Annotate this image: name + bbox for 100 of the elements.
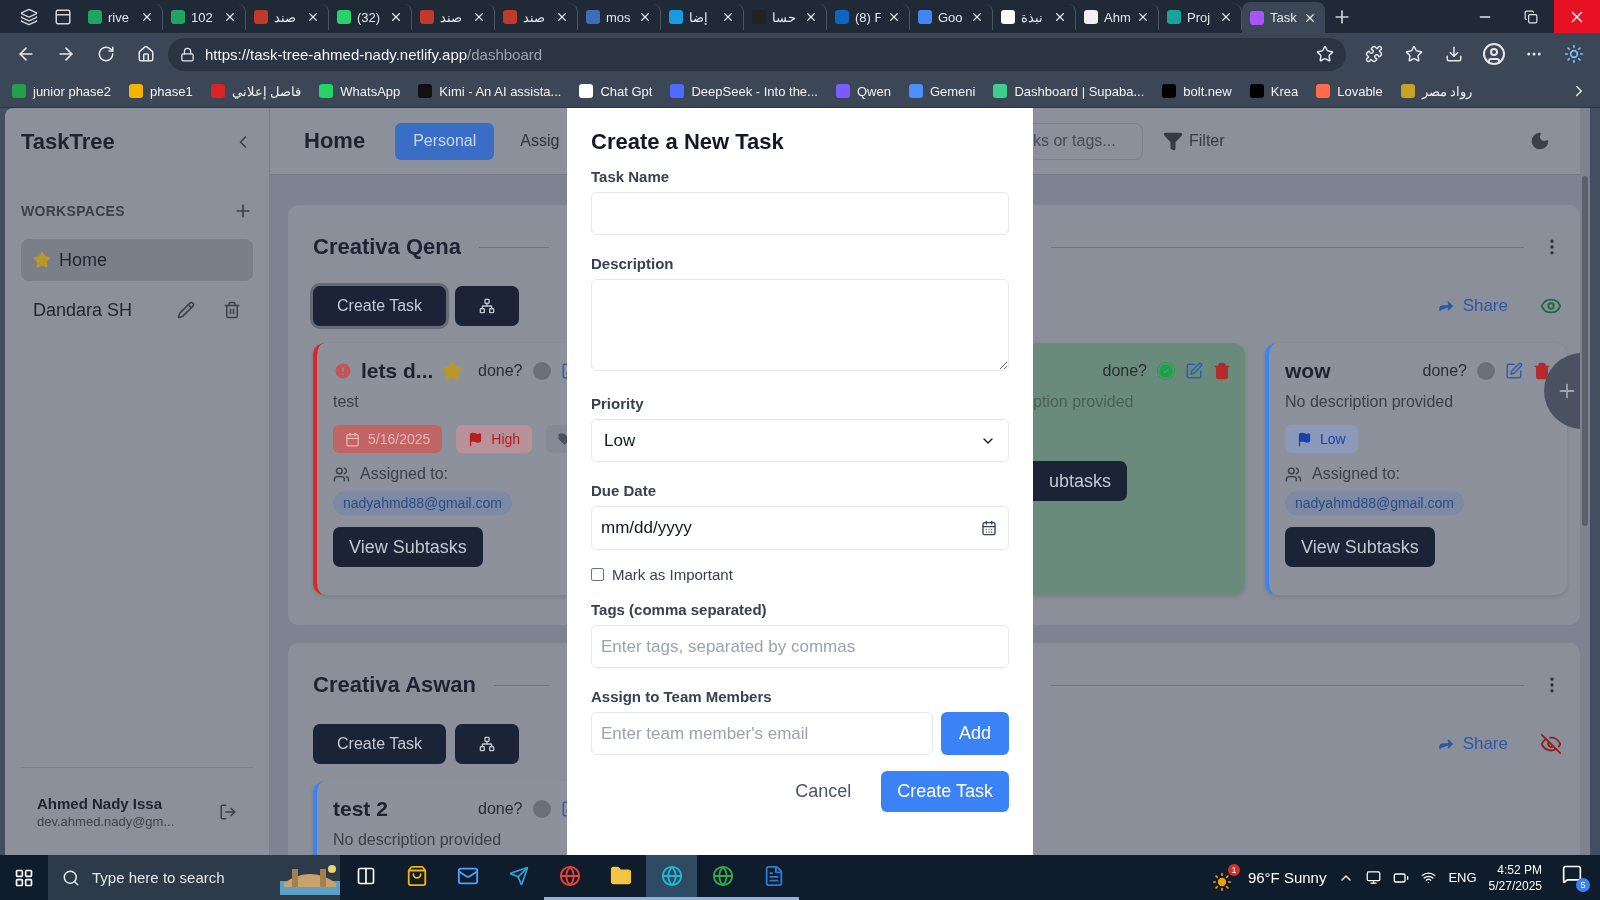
checkbox-label: Mark as Important [612, 566, 733, 583]
bookmark-link[interactable]: Lovable [1316, 83, 1383, 99]
notifications-icon[interactable] [1562, 863, 1582, 884]
create-task-button[interactable]: Create Task [313, 286, 447, 326]
weather-text[interactable]: 96°F Sunny [1247, 869, 1327, 886]
section-title: WORKSPACES [21, 203, 125, 219]
done-toggle[interactable] [1477, 362, 1495, 380]
close-tab-icon[interactable] [638, 10, 652, 24]
browser-tab[interactable]: حسا [744, 4, 827, 30]
close-tab-icon[interactable] [555, 10, 569, 24]
weather-badge: 1 [1227, 863, 1240, 876]
close-tab-icon[interactable] [306, 10, 320, 24]
browser-tab[interactable]: صند [412, 4, 495, 30]
bookmark-link[interactable]: Dashboard | Supaba... [993, 83, 1145, 99]
task-description: No description provided [1285, 393, 1455, 411]
browser-tab[interactable]: إضا [661, 4, 744, 30]
done-label: done? [478, 362, 523, 380]
calendar-icon[interactable] [981, 520, 997, 536]
clock[interactable]: 4:52 PM 5/27/2025 [1488, 861, 1542, 894]
field-label: Tags (comma separated) [591, 601, 768, 618]
bookmark-link[interactable]: Krea [1249, 83, 1299, 99]
close-tab-icon[interactable] [140, 10, 154, 24]
view-subtasks-button[interactable]: View Subtasks [333, 527, 483, 567]
browser-tab[interactable]: rive [80, 4, 163, 30]
done-label: done? [478, 800, 523, 818]
close-tab-icon[interactable] [223, 10, 237, 24]
close-tab-icon[interactable] [1219, 10, 1233, 24]
bookmark-link[interactable]: DeepSeek - Into the... [670, 83, 818, 99]
bookmark-link[interactable]: Chat Gpt [579, 83, 653, 99]
bookmark-link[interactable]: phase1 [129, 83, 193, 99]
create-task-button[interactable]: Create Task [881, 771, 1009, 812]
trash-icon[interactable] [1533, 362, 1551, 380]
close-tab-icon[interactable] [970, 10, 984, 24]
tags-field[interactable]: Enter tags, separated by commas [591, 625, 1009, 668]
close-tab-icon[interactable] [721, 10, 735, 24]
priority-select[interactable]: Low [591, 419, 1009, 462]
view-tab[interactable]: Assig [502, 122, 567, 160]
create-task-button[interactable]: Create Task [313, 724, 447, 764]
bookmark-link[interactable]: رواد مصر [1400, 83, 1473, 99]
hierarchy-button[interactable] [455, 724, 520, 764]
hierarchy-button[interactable] [455, 286, 520, 326]
browser-tab[interactable]: Ahm [1076, 4, 1159, 30]
important-checkbox[interactable] [591, 568, 604, 581]
browser-tab[interactable]: (32) [329, 4, 412, 30]
description-field[interactable] [591, 279, 1009, 371]
taskbar-search-field[interactable]: Type here to search [48, 855, 340, 900]
browser-tab[interactable]: 102 [163, 4, 246, 30]
close-tab-icon[interactable] [1136, 10, 1150, 24]
globe-icon[interactable] [646, 855, 697, 900]
star-icon[interactable] [441, 360, 464, 382]
close-tab-icon[interactable] [887, 10, 901, 24]
search-field[interactable]: ks or tags... [1033, 122, 1143, 160]
bookmark-link[interactable]: bolt.new [1162, 83, 1232, 99]
logout-icon[interactable] [219, 802, 237, 821]
workspace-item[interactable]: Home [21, 239, 253, 281]
trash-icon[interactable] [223, 301, 241, 319]
browser-tab[interactable]: نبذة [993, 4, 1076, 30]
view-subtasks-button[interactable]: ubtasks [1033, 461, 1128, 501]
browser-tab[interactable]: Goo [910, 4, 993, 30]
browser-tab[interactable]: Proj [1159, 4, 1242, 30]
done-toggle[interactable] [532, 800, 551, 818]
moon-icon[interactable] [1530, 131, 1550, 151]
bookmark-link[interactable]: WhatsApp [319, 83, 401, 99]
close-tab-icon[interactable] [1053, 10, 1067, 24]
calendar-icon [345, 431, 360, 447]
browser-tab[interactable]: صند [495, 4, 578, 30]
view-subtasks-button[interactable]: View Subtasks [1285, 527, 1435, 567]
assignee-chip: nadyahmd88@gmail.com [1285, 491, 1464, 515]
workspace-item[interactable]: Dandara SH [21, 289, 253, 331]
browser-tab[interactable]: Task [1242, 2, 1325, 33]
cancel-button[interactable]: Cancel [789, 780, 858, 803]
add-button[interactable]: Add [940, 712, 1009, 755]
done-toggle[interactable] [532, 362, 551, 380]
done-label: done? [1422, 362, 1467, 380]
language-indicator[interactable]: ENG [1448, 870, 1477, 885]
task-name-field[interactable] [591, 192, 1009, 235]
due-date-field[interactable]: mm/dd/yyyy [591, 506, 1009, 550]
done-check-icon[interactable] [1157, 362, 1175, 380]
bookmark-link[interactable]: junior phase2 [12, 83, 112, 99]
bookmark-link[interactable]: Qwen [835, 83, 891, 99]
bookmark-link[interactable]: Kimi - An AI assista... [418, 83, 562, 99]
lock-icon[interactable] [180, 46, 195, 62]
notification-count: 5 [1576, 877, 1590, 892]
task-title: test 2 [333, 797, 388, 821]
close-tab-icon[interactable] [804, 10, 818, 24]
pencil-icon[interactable] [177, 301, 195, 319]
dialog-title: Create a New Task [591, 129, 785, 155]
close-tab-icon[interactable] [389, 10, 403, 24]
close-tab-icon[interactable] [472, 10, 486, 24]
browser-tab[interactable]: صند [246, 4, 329, 30]
address-bar[interactable]: https://task-tree-ahmed-nady.netlify.app/dashboard [168, 37, 1346, 71]
eye-off-icon[interactable] [1540, 733, 1562, 755]
browser-tab[interactable]: mos [578, 4, 661, 30]
task-title: wow [1285, 359, 1331, 383]
bookmark-link[interactable]: فاصل إعلاني [210, 83, 302, 99]
filter-icon [1163, 131, 1183, 151]
email-field[interactable]: Enter team member's email [591, 712, 933, 755]
bookmark-link[interactable]: Gemeni [908, 83, 976, 99]
field-label: Description [591, 255, 675, 272]
filter-button[interactable]: Filter [1157, 130, 1231, 152]
